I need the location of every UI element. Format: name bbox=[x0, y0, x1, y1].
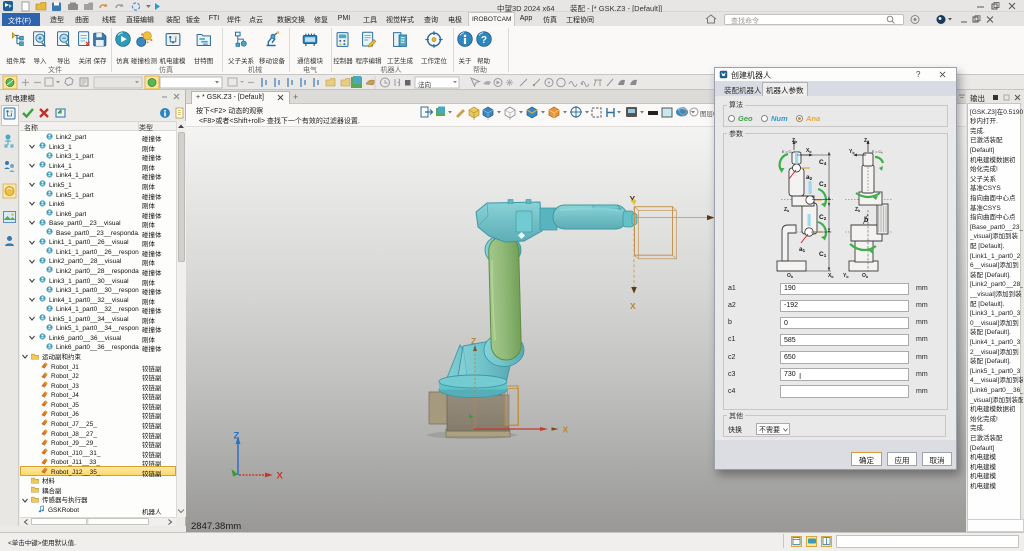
svg-text:X: X bbox=[630, 301, 636, 311]
svg-text:a1: a1 bbox=[799, 246, 806, 253]
svg-text:X: X bbox=[563, 425, 569, 435]
svg-text:a2: a2 bbox=[806, 174, 813, 181]
svg-text:Zb: Zb bbox=[784, 207, 789, 213]
svg-text:C1: C1 bbox=[819, 251, 827, 258]
svg-text:Z: Z bbox=[234, 431, 240, 442]
svg-text:C3: C3 bbox=[819, 181, 827, 188]
svg-text:?: ? bbox=[480, 35, 486, 46]
svg-text:Zb: Zb bbox=[792, 138, 797, 144]
svg-text:Z: Z bbox=[471, 336, 476, 346]
svg-text:Ob: Ob bbox=[862, 273, 868, 279]
svg-text:E = Cb: E = Cb bbox=[782, 150, 793, 155]
svg-text:X: X bbox=[277, 471, 284, 482]
svg-text:Yb: Yb bbox=[849, 149, 854, 155]
svg-text:E = Cb: E = Cb bbox=[872, 150, 883, 155]
svg-text:Zb: Zb bbox=[864, 138, 869, 144]
svg-text:Ob: Ob bbox=[787, 273, 793, 279]
svg-text:Yb: Yb bbox=[843, 273, 848, 279]
svg-text:Xb: Xb bbox=[828, 273, 833, 279]
svg-text:Zb: Zb bbox=[855, 207, 860, 213]
svg-text:Xb: Xb bbox=[806, 148, 811, 154]
svg-text:C4: C4 bbox=[819, 159, 827, 166]
svg-text:C2: C2 bbox=[819, 214, 827, 221]
